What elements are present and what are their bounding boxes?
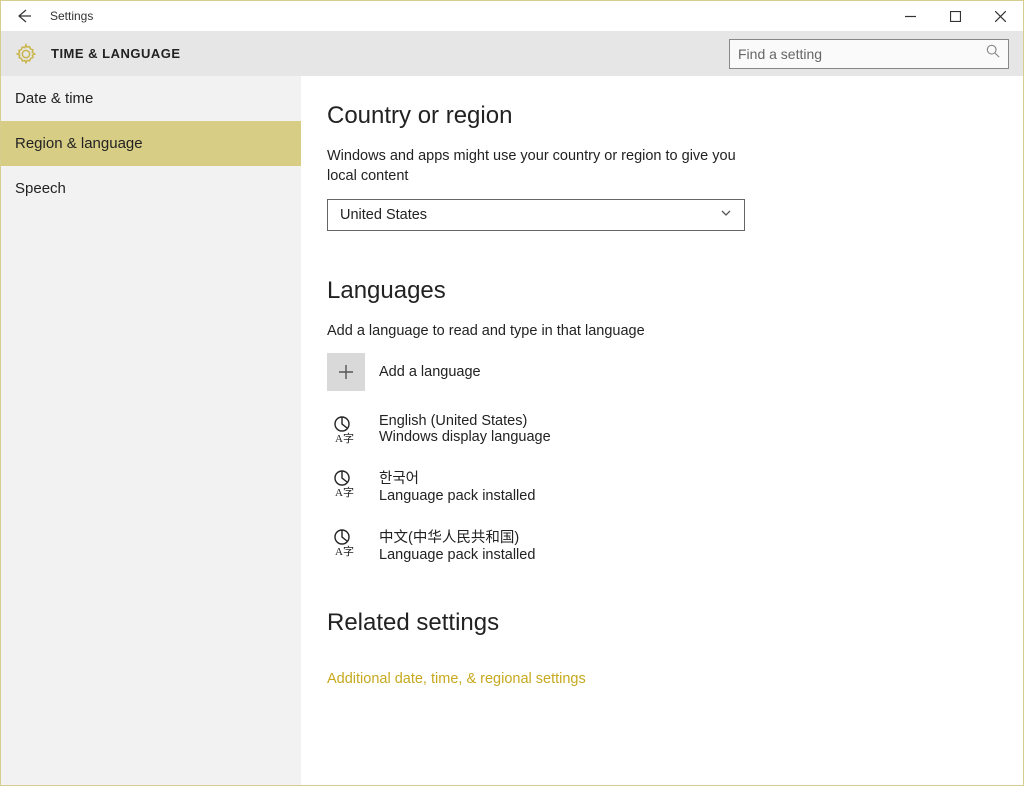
svg-text:A字: A字: [335, 544, 354, 558]
search-input[interactable]: [738, 46, 980, 62]
content-area: Country or region Windows and apps might…: [301, 76, 1023, 785]
add-language-label: Add a language: [379, 364, 481, 380]
language-item[interactable]: A字 한국어 Language pack installed: [327, 467, 1023, 504]
maximize-icon: [950, 11, 961, 22]
search-box[interactable]: [729, 39, 1009, 69]
minimize-button[interactable]: [888, 1, 933, 31]
language-sub: Language pack installed: [379, 547, 535, 563]
minimize-icon: [905, 11, 916, 22]
svg-text:A字: A字: [335, 431, 354, 445]
language-icon: A字: [327, 413, 365, 445]
window-title: Settings: [50, 9, 888, 23]
titlebar: Settings: [1, 1, 1023, 31]
close-button[interactable]: [978, 1, 1023, 31]
country-selected: United States: [340, 207, 427, 223]
language-icon: A字: [327, 526, 365, 558]
language-name: English (United States): [379, 413, 551, 429]
language-icon: A字: [327, 467, 365, 499]
languages-heading: Languages: [327, 277, 1023, 305]
sidebar-item-label: Speech: [15, 180, 66, 197]
settings-window: Settings TIME & LANGUAGE: [0, 0, 1024, 786]
header-bar: TIME & LANGUAGE: [1, 31, 1023, 76]
arrow-left-icon: [16, 8, 32, 24]
search-icon: [986, 44, 1000, 63]
sidebar: Date & time Region & language Speech: [1, 76, 301, 785]
header-section-title: TIME & LANGUAGE: [51, 46, 729, 61]
languages-blurb: Add a language to read and type in that …: [327, 321, 747, 341]
body: Date & time Region & language Speech Cou…: [1, 76, 1023, 785]
language-sub: Windows display language: [379, 429, 551, 445]
plus-icon: [327, 353, 365, 391]
window-controls: [888, 1, 1023, 31]
country-dropdown[interactable]: United States: [327, 199, 745, 231]
sidebar-item-speech[interactable]: Speech: [1, 166, 301, 211]
add-language-button[interactable]: Add a language: [327, 353, 1023, 391]
close-icon: [995, 11, 1006, 22]
language-item[interactable]: A字 中文(中华人民共和国) Language pack installed: [327, 526, 1023, 563]
sidebar-item-region-language[interactable]: Region & language: [1, 121, 301, 166]
chevron-down-icon: [720, 207, 732, 223]
language-name: 中文(中华人民共和国): [379, 526, 535, 547]
sidebar-item-label: Region & language: [15, 135, 143, 152]
maximize-button[interactable]: [933, 1, 978, 31]
language-sub: Language pack installed: [379, 488, 535, 504]
related-link[interactable]: Additional date, time, & regional settin…: [327, 671, 586, 687]
gear-icon: [15, 43, 37, 65]
svg-text:A字: A字: [335, 485, 354, 499]
sidebar-item-date-time[interactable]: Date & time: [1, 76, 301, 121]
back-button[interactable]: [1, 1, 46, 31]
country-heading: Country or region: [327, 102, 1023, 130]
related-heading: Related settings: [327, 609, 1023, 637]
language-name: 한국어: [379, 467, 535, 488]
sidebar-item-label: Date & time: [15, 90, 93, 107]
country-blurb: Windows and apps might use your country …: [327, 146, 747, 187]
language-item[interactable]: A字 English (United States) Windows displ…: [327, 413, 1023, 445]
